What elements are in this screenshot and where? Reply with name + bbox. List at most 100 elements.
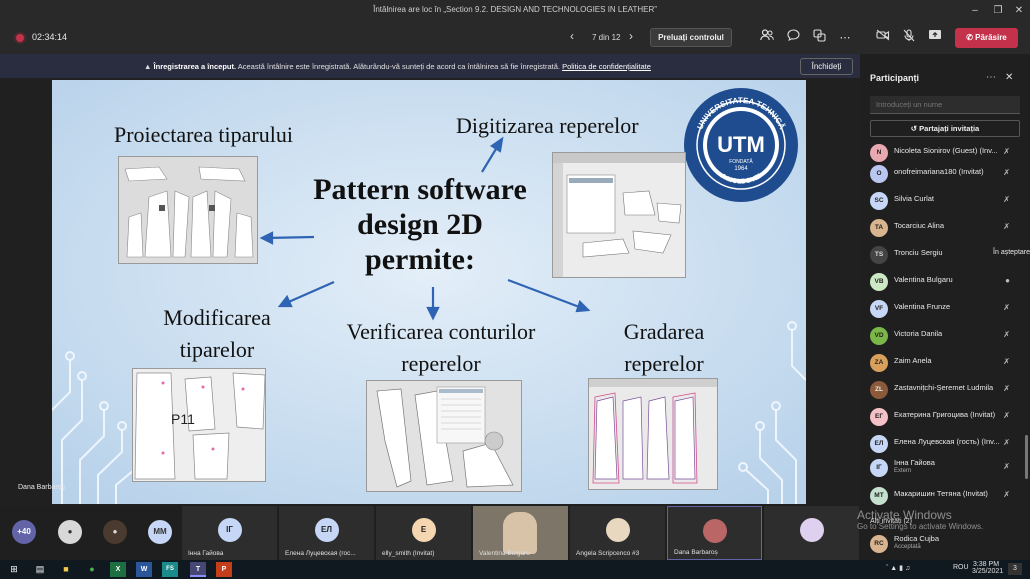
close-window-icon[interactable]: ✕ xyxy=(1010,3,1028,19)
participant-row[interactable]: МТ Макаришин Тетяна (Invitat) ✗ xyxy=(860,483,1030,510)
slide-label-modificarea: Modificarea tiparelor xyxy=(154,302,280,366)
tile-name: Інна Гайова xyxy=(188,550,224,557)
panel-scrollbar[interactable] xyxy=(1025,435,1028,479)
participant-name: Zastavnițchi-Șeremet Ludmila xyxy=(894,383,994,392)
slide-label-gradarea: Gradarea reperelor xyxy=(608,316,720,380)
panel-close-icon[interactable]: ✕ xyxy=(1005,72,1013,83)
participant-name: Tocarciuc Alina xyxy=(894,221,945,230)
clock-date: 3/25/2021 xyxy=(972,568,1004,575)
participant-row[interactable]: ЕЛ Елена Луцевская (гость) (Inv... ✗ xyxy=(860,431,1030,458)
participant-avatar: VB xyxy=(870,273,888,291)
participant-row[interactable]: Oonofreimariana180 (Invitat) ✗ xyxy=(860,161,1030,188)
mic-off-icon: ✗ xyxy=(1003,490,1010,499)
participant-row[interactable]: VB Valentina Bulgaru ● xyxy=(860,269,1030,296)
tray-icons[interactable]: ˆ ▲ ▮ ♫ xyxy=(886,564,910,572)
video-tile-1[interactable]: IГ Інна Гайова xyxy=(182,506,277,560)
slide-label-verificarea: Verificarea conturilor reperelor xyxy=(314,316,568,380)
participant-avatar: TA xyxy=(870,219,888,237)
maximize-icon[interactable]: ❐ xyxy=(989,3,1007,19)
more-options-icon[interactable]: ⋯ xyxy=(836,29,854,47)
minimize-icon[interactable]: – xyxy=(966,3,984,19)
activate-windows-watermark: Activate Windows xyxy=(857,508,952,522)
warning-icon: ▲ xyxy=(144,62,152,71)
verificarea-line-2: reperelor xyxy=(401,351,481,376)
notification-icon[interactable]: 3 xyxy=(1008,563,1022,575)
participant-row[interactable]: ЕГ Екатерина Григоцива (Invitat) ✗ xyxy=(860,404,1030,431)
slide-label-digitizarea: Digitizarea reperelor xyxy=(456,113,639,138)
share-invite-button[interactable]: ↺ Partajați invitația xyxy=(870,120,1020,137)
leave-button[interactable]: ✆ Părăsire xyxy=(955,28,1018,48)
participant-row[interactable]: VF Valentina Frunze ✗ xyxy=(860,296,1030,323)
app-fs-icon[interactable]: FS xyxy=(162,562,178,577)
panel-more-icon[interactable]: ⋯ xyxy=(986,72,996,83)
chrome-icon[interactable]: ● xyxy=(84,562,100,577)
activate-windows-subtext: Go to Settings to activate Windows. xyxy=(857,522,984,531)
participant-search-input[interactable] xyxy=(870,96,1020,114)
participant-row[interactable]: TA Tocarciuc Alina ✗ xyxy=(860,215,1030,242)
task-view-icon[interactable]: ▤ xyxy=(32,562,48,577)
participant-name: Victoria Danila xyxy=(894,329,943,338)
mic-off-icon: ✗ xyxy=(1003,462,1010,471)
word-icon[interactable]: W xyxy=(136,562,152,577)
next-slide-icon[interactable]: › xyxy=(629,29,633,43)
participant-name: onofreimariana180 (Invitat) xyxy=(894,167,984,176)
participant-name: Nicoleta Sionirov (Guest) (Inv... xyxy=(894,146,998,155)
file-explorer-icon[interactable]: ■ xyxy=(58,562,74,577)
participant-name: Zaim Anela xyxy=(894,356,932,365)
participant-name: Екатерина Григоцива (Invitat) xyxy=(894,410,996,419)
tile-name: elly_smith (Invitat) xyxy=(382,550,435,557)
logo-year: 1964 xyxy=(734,166,748,172)
participants-icon[interactable] xyxy=(758,29,776,47)
share-icon: ↺ xyxy=(910,124,920,133)
tile-avatar xyxy=(702,519,727,543)
video-tile-2[interactable]: ЕЛ Елена Луцевская (гос... xyxy=(279,506,374,560)
camera-off-icon[interactable] xyxy=(874,29,892,47)
take-control-button[interactable]: Preluați controlul xyxy=(650,28,732,47)
share-invite-label: Partajați invitația xyxy=(919,124,980,133)
participant-row[interactable]: ZL Zastavnițchi-Șeremet Ludmila ✗ xyxy=(860,377,1030,404)
teams-icon[interactable]: T xyxy=(190,562,206,577)
language-indicator[interactable]: ROU xyxy=(953,564,969,571)
mic-on-icon: ● xyxy=(1005,276,1010,285)
leave-label: Părăsire xyxy=(975,33,1007,42)
video-tile-3[interactable]: E elly_smith (Invitat) xyxy=(376,506,471,560)
video-tile-6[interactable]: Dana Barbaroș xyxy=(667,506,762,560)
participant-row[interactable]: SC Silvia Curlat ✗ xyxy=(860,188,1030,215)
logo-founded-label: FONDATĂ xyxy=(729,158,753,165)
participant-row[interactable]: TS Tronciu Sergiu În așteptare xyxy=(860,242,1030,269)
clock[interactable]: 3:38 PM 3/25/2021 xyxy=(972,561,1004,575)
participant-name: Інна Гайова xyxy=(894,458,935,467)
call-timer: 02:34:14 xyxy=(32,32,68,42)
utm-logo: UNIVERSITATEA TEHNICĂ UTM FONDATĂ 1964 A… xyxy=(684,88,798,202)
mic-off-icon: ✗ xyxy=(1003,222,1010,231)
share-screen-icon[interactable] xyxy=(926,29,944,47)
previous-slide-icon[interactable]: ‹ xyxy=(570,29,574,43)
tile-avatar xyxy=(605,518,630,542)
participant-avatar-photo-1[interactable]: ● xyxy=(58,520,82,544)
clock-time: 3:38 PM xyxy=(972,561,1000,568)
windows-start-icon[interactable]: ⊞ xyxy=(6,562,22,577)
chat-icon[interactable] xyxy=(784,29,802,47)
invited-row[interactable]: RC Rodica Cujba Acceptată xyxy=(860,531,1030,558)
participant-row[interactable]: ZA Zaim Anela ✗ xyxy=(860,350,1030,377)
participant-avatar-photo-2[interactable]: ● xyxy=(103,520,127,544)
verificarea-line-1: Verificarea conturilor xyxy=(346,319,536,344)
privacy-policy-link[interactable]: Politica de confidențialitate xyxy=(562,62,651,71)
more-participants-badge[interactable]: +40 xyxy=(12,520,36,544)
powerpoint-icon[interactable]: P xyxy=(216,562,232,577)
breakout-rooms-icon[interactable] xyxy=(810,29,828,47)
windows-taskbar: ⊞ ▤ ■ ● X W FS T P ˆ ▲ ▮ ♫ ROU 3:38 PM 3… xyxy=(0,560,1030,579)
participant-avatar: O xyxy=(870,165,888,183)
participant-avatar-mm[interactable]: MM xyxy=(148,520,172,544)
participant-row[interactable]: IГ Інна Гайова Extern ✗ xyxy=(860,455,1030,482)
slide-title-line-2: design 2D xyxy=(357,208,483,241)
participant-row[interactable]: VD Victoria Danila ✗ xyxy=(860,323,1030,350)
video-tile-7[interactable] xyxy=(764,506,859,560)
excel-icon[interactable]: X xyxy=(110,562,126,577)
video-tile-4[interactable]: Valentina Bulgaru xyxy=(473,506,568,560)
participant-name: Макаришин Тетяна (Invitat) xyxy=(894,489,988,498)
mic-off-icon[interactable] xyxy=(900,29,918,47)
video-tile-5[interactable]: Angela Scripcenco #3 xyxy=(570,506,665,560)
mic-off-icon: ✗ xyxy=(1003,357,1010,366)
close-banner-button[interactable]: Închideți xyxy=(800,58,853,75)
